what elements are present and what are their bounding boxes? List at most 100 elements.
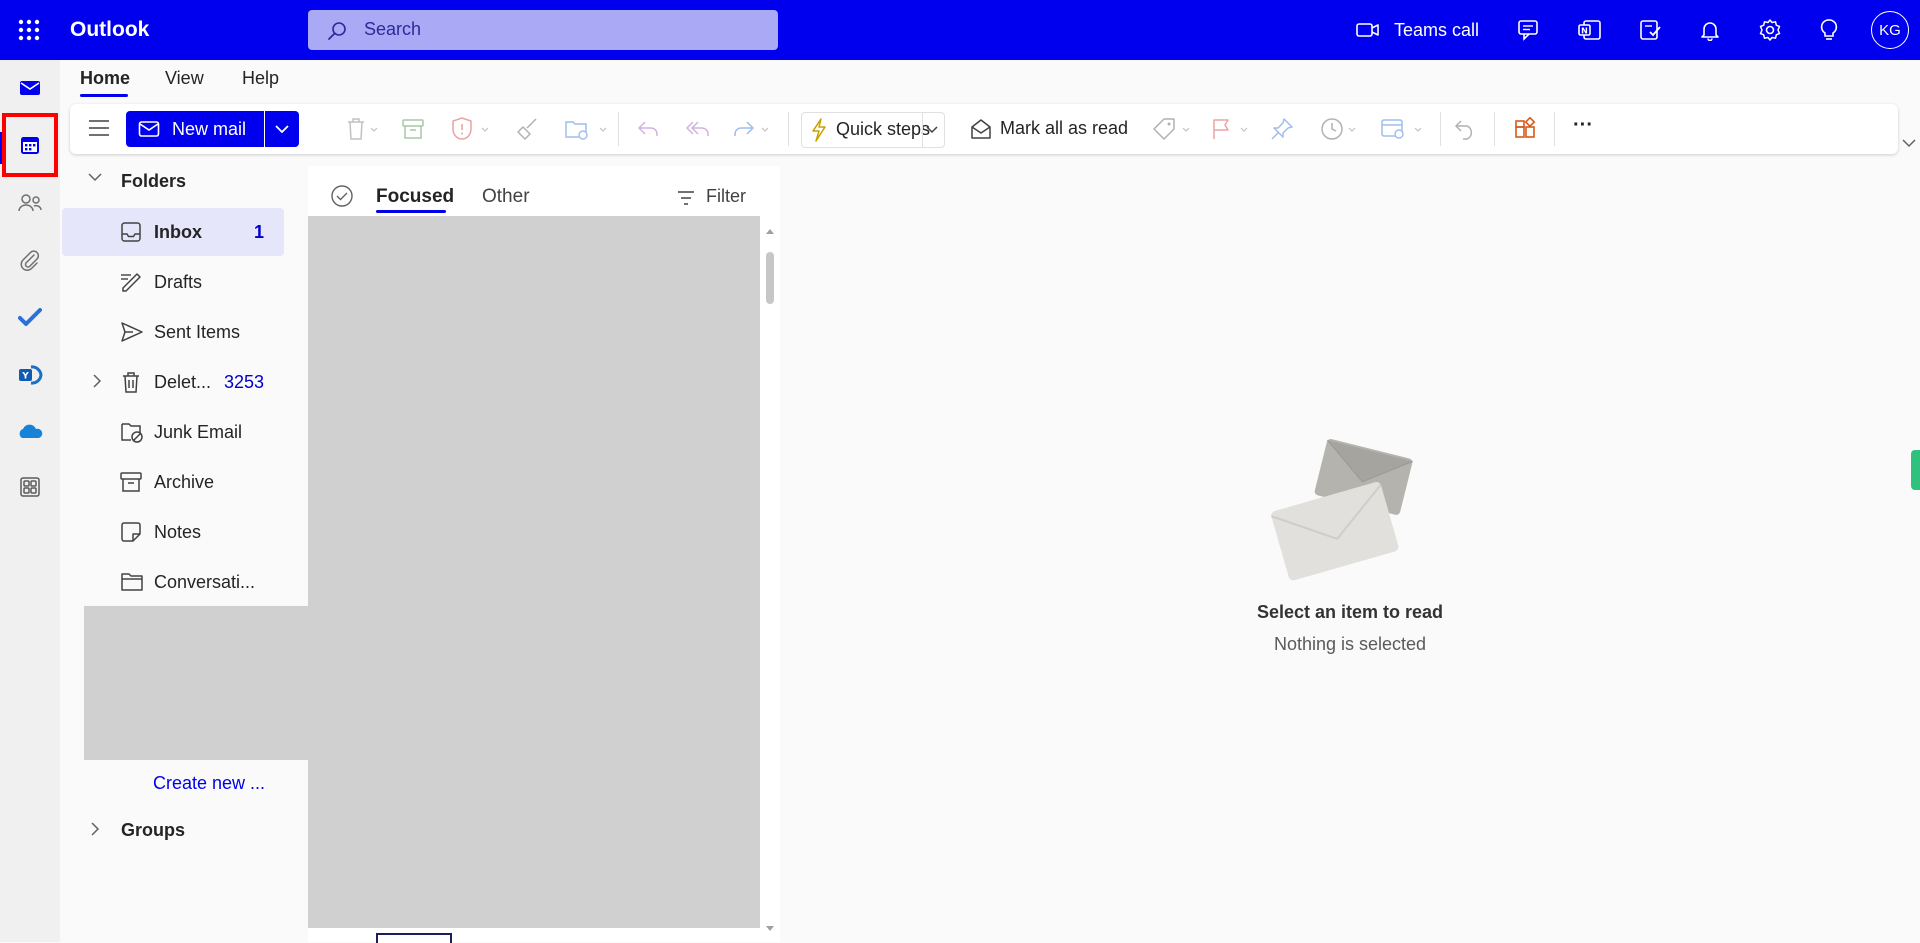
mail-icon[interactable] xyxy=(12,70,48,106)
folder-label: Inbox xyxy=(154,222,202,242)
folder-item-junk[interactable]: Junk Email xyxy=(62,408,284,456)
chevron-down-icon[interactable] xyxy=(88,172,102,182)
create-new-folder-link[interactable]: Create new ... xyxy=(153,773,265,794)
search-input[interactable]: Search xyxy=(364,19,421,40)
pin-icon[interactable] xyxy=(1270,117,1294,141)
move-to-icon[interactable] xyxy=(564,117,610,141)
report-icon[interactable] xyxy=(451,117,491,141)
folder-icon xyxy=(120,571,144,593)
send-icon xyxy=(120,321,144,343)
new-mail-label: New mail xyxy=(172,118,247,139)
new-mail-dropdown[interactable] xyxy=(265,111,299,147)
tag-icon[interactable] xyxy=(1152,117,1192,141)
mark-all-read-button[interactable]: Mark all as read xyxy=(970,112,1130,146)
groups-header[interactable]: Groups xyxy=(121,820,185,841)
folder-placeholder-block xyxy=(84,606,308,760)
office-addins-icon[interactable] xyxy=(1513,117,1537,141)
flag-icon[interactable] xyxy=(1210,117,1250,141)
toolbar-separator xyxy=(618,112,619,146)
ribbon-toolbar: New mail Quick steps Mark all as read ··… xyxy=(70,104,1916,154)
chat-icon[interactable] xyxy=(1514,14,1546,46)
toolbar-separator xyxy=(788,112,789,146)
people-icon[interactable] xyxy=(12,185,48,221)
teams-call-label: Teams call xyxy=(1394,19,1480,40)
tab-other[interactable]: Other xyxy=(482,186,530,208)
tab-view[interactable]: View xyxy=(165,68,204,89)
hamburger-icon[interactable] xyxy=(88,118,110,138)
folders-header[interactable]: Folders xyxy=(121,171,186,192)
yammer-icon[interactable]: Y xyxy=(12,357,48,393)
app-title[interactable]: Outlook xyxy=(70,18,149,42)
new-mail-button[interactable]: New mail xyxy=(126,111,264,147)
folder-label: Junk Email xyxy=(154,422,243,442)
empty-state-subtitle: Nothing is selected xyxy=(1273,634,1427,654)
bell-icon[interactable] xyxy=(1694,14,1726,46)
chevron-right-icon[interactable] xyxy=(90,822,100,836)
svg-text:N: N xyxy=(1581,27,1588,36)
drafts-icon xyxy=(120,271,144,293)
inbox-icon xyxy=(120,221,142,243)
quick-steps-button[interactable]: Quick steps xyxy=(801,112,945,148)
onedrive-icon[interactable] xyxy=(12,414,48,450)
search-box[interactable]: Search xyxy=(308,10,778,50)
folder-item-drafts[interactable]: Drafts xyxy=(62,258,284,306)
folder-item-sent[interactable]: Sent Items xyxy=(62,308,284,356)
folder-item-archive[interactable]: Archive xyxy=(62,458,284,506)
filter-button[interactable]: Filter xyxy=(676,186,756,210)
more-options-button[interactable]: ··· xyxy=(1573,114,1593,137)
scroll-up-arrow-icon[interactable] xyxy=(764,226,776,236)
tab-home[interactable]: Home xyxy=(80,68,130,89)
avatar[interactable]: KG xyxy=(1871,11,1909,49)
split-separator xyxy=(922,113,923,147)
scrollbar-thumb[interactable] xyxy=(766,252,774,304)
reply-icon[interactable] xyxy=(636,117,660,141)
ribbon-expand-chevron-icon[interactable] xyxy=(1902,138,1916,148)
top-bar: Outlook Search Teams call N KG xyxy=(0,0,1920,60)
toolbar-separator xyxy=(1440,112,1441,146)
folder-item-deleted[interactable]: Delet... 3253 xyxy=(62,358,284,406)
undo-icon[interactable] xyxy=(1453,117,1477,141)
folder-label: Archive xyxy=(154,472,215,492)
message-list-header: Focused Other Filter xyxy=(308,166,780,214)
chevron-right-icon[interactable] xyxy=(92,374,102,388)
todo-icon[interactable] xyxy=(12,299,48,335)
folder-item-conversation-history[interactable]: Conversati... xyxy=(62,558,284,606)
open-envelope-icon xyxy=(970,118,992,140)
reply-all-icon[interactable] xyxy=(684,117,710,141)
message-list-placeholder xyxy=(308,216,760,928)
tab-help[interactable]: Help xyxy=(242,68,279,89)
svg-text:Y: Y xyxy=(21,372,29,382)
tasks-icon[interactable] xyxy=(1634,14,1666,46)
filter-icon xyxy=(676,189,696,207)
folder-item-inbox[interactable]: Inbox 1 xyxy=(62,208,284,256)
app-launcher-icon[interactable] xyxy=(14,16,44,44)
scroll-down-arrow-icon[interactable] xyxy=(764,924,776,934)
video-camera-icon xyxy=(1356,21,1380,39)
gear-icon[interactable] xyxy=(1754,14,1786,46)
attachment-icon[interactable] xyxy=(12,242,48,278)
forward-icon[interactable] xyxy=(732,117,772,141)
snooze-clock-icon[interactable] xyxy=(1320,117,1360,141)
tab-home-underline xyxy=(80,94,128,97)
toolbar-separator xyxy=(1494,112,1495,146)
calendar-highlight-box xyxy=(2,113,58,177)
sweep-icon[interactable] xyxy=(516,117,540,141)
rules-icon[interactable] xyxy=(1380,117,1426,141)
lightbulb-icon[interactable] xyxy=(1813,14,1845,46)
junk-icon xyxy=(120,421,144,443)
chevron-down-icon[interactable] xyxy=(926,125,938,135)
envelope-icon xyxy=(138,120,160,138)
select-all-checkbox-icon[interactable] xyxy=(330,184,354,208)
side-panel-handle[interactable] xyxy=(1911,450,1920,490)
archive-icon[interactable] xyxy=(402,117,424,141)
folder-item-notes[interactable]: Notes xyxy=(62,508,284,556)
item-count: 3253 xyxy=(223,372,264,392)
delete-icon[interactable] xyxy=(344,117,378,141)
teams-app-icon[interactable]: N xyxy=(1574,14,1606,46)
tab-focused[interactable]: Focused xyxy=(376,186,454,208)
teams-call-button[interactable]: Teams call xyxy=(1356,12,1479,48)
trash-icon xyxy=(120,371,142,393)
more-apps-icon[interactable] xyxy=(12,469,48,505)
lightning-icon xyxy=(810,118,828,142)
archive-icon xyxy=(120,471,142,493)
